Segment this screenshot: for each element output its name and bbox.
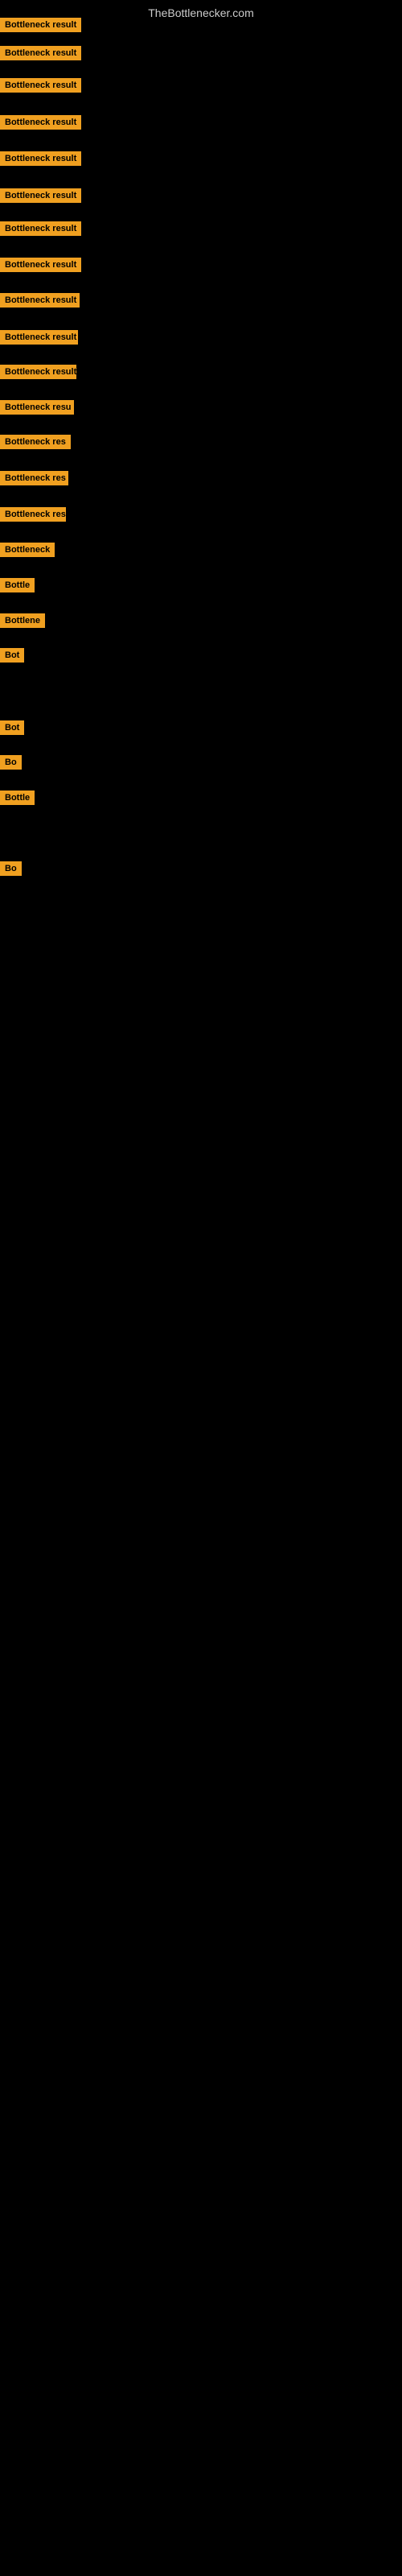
bottleneck-result-badge: Bottleneck [0,543,55,557]
bottleneck-result-badge: Bottleneck res [0,471,68,485]
bottleneck-result-badge: Bottleneck result [0,188,81,203]
bottleneck-result-badge: Bottlene [0,613,45,628]
bottleneck-result-badge: Bottleneck result [0,330,78,345]
bottleneck-result-badge: Bot [0,720,24,735]
bottleneck-result-badge: Bo [0,861,22,876]
bottleneck-result-badge: Bottleneck result [0,293,80,308]
bottleneck-result-badge: Bot [0,648,24,663]
bottleneck-result-badge: Bottleneck result [0,18,81,32]
bottleneck-result-badge: Bottleneck res [0,435,71,449]
bottleneck-result-badge: Bottleneck result [0,258,81,272]
bottleneck-result-badge: Bottleneck res [0,507,66,522]
bottleneck-result-badge: Bottleneck resu [0,400,74,415]
bottleneck-result-badge: Bottleneck result [0,365,76,379]
bottleneck-result-badge: Bottleneck result [0,151,81,166]
bottleneck-result-badge: Bottleneck result [0,46,81,60]
bottleneck-result-badge: Bottleneck result [0,78,81,93]
bottleneck-result-badge: Bottle [0,578,35,592]
bottleneck-result-badge: Bottleneck result [0,115,81,130]
bottleneck-result-badge: Bottleneck result [0,221,81,236]
bottleneck-result-badge: Bottle [0,791,35,805]
bottleneck-result-badge: Bo [0,755,22,770]
